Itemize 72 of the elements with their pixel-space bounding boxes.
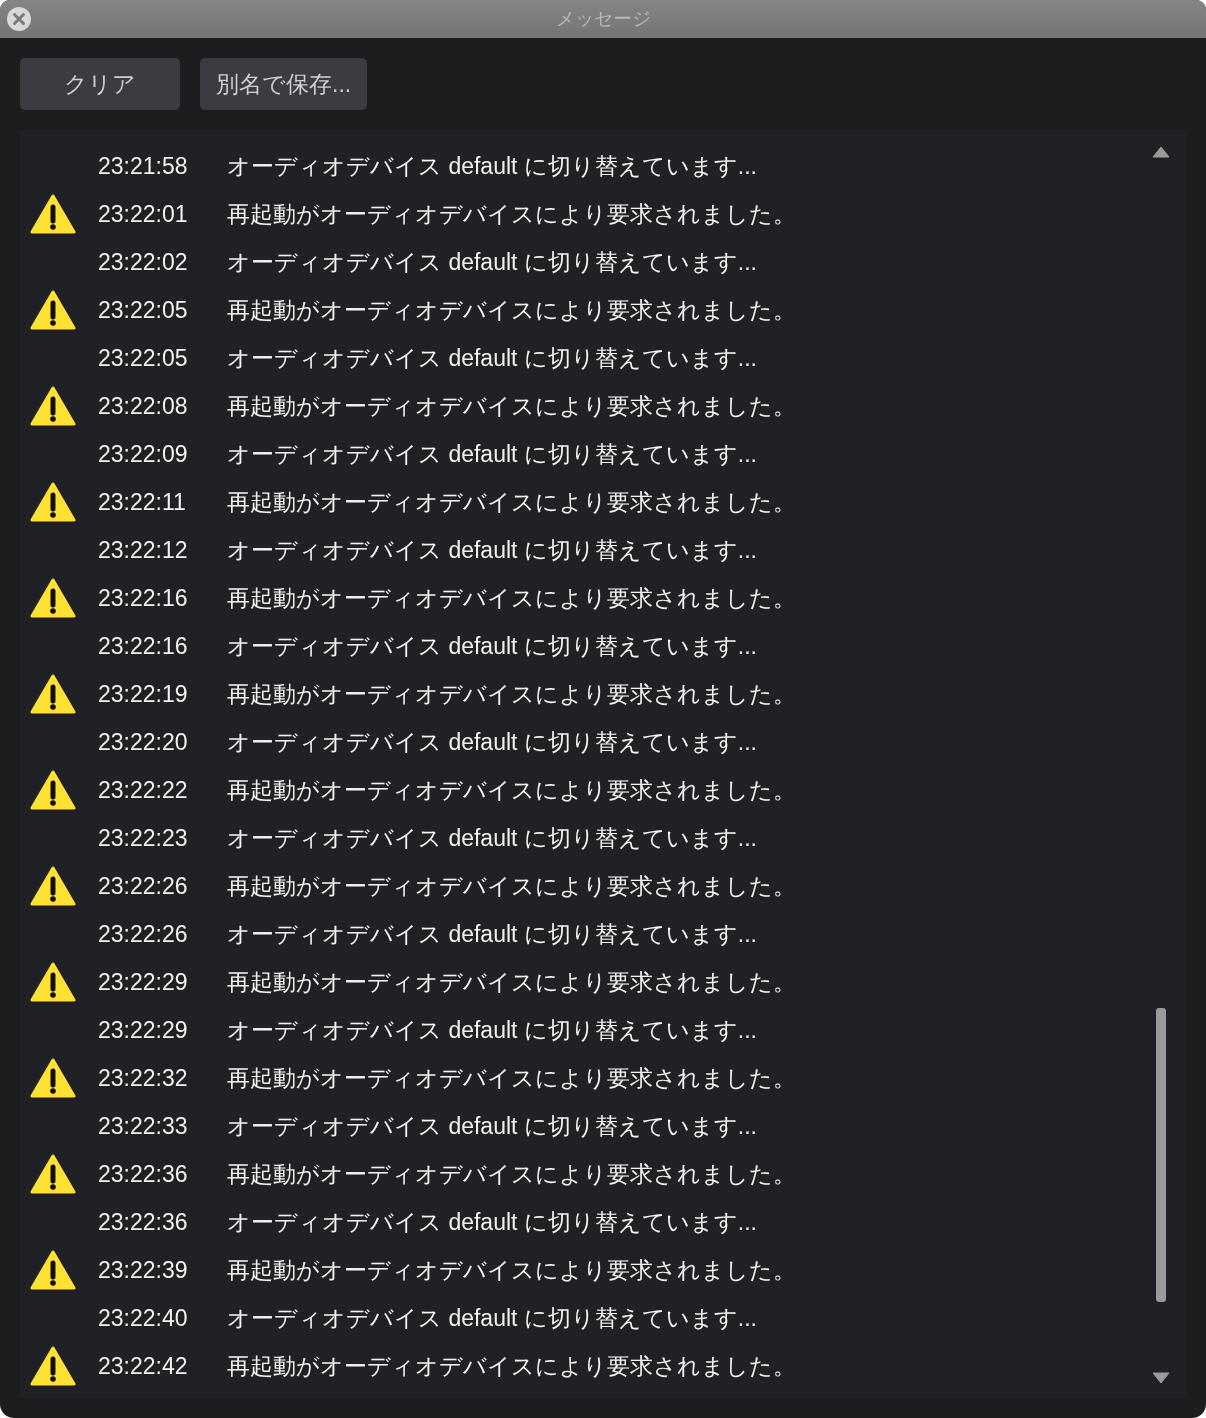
message-text: オーディオデバイス default に切り替えています...	[227, 1207, 757, 1237]
message-text: 再起動がオーディオデバイスにより要求されました。	[227, 775, 796, 805]
timestamp: 23:21:58	[98, 152, 189, 180]
warning-icon	[30, 1346, 76, 1386]
message-text: 再起動がオーディオデバイスにより要求されました。	[227, 487, 796, 517]
timestamp: 23:22:05	[98, 344, 189, 372]
message-text: 再起動がオーディオデバイスにより要求されました。	[227, 1255, 796, 1285]
message-text: オーディオデバイス default に切り替えています...	[227, 631, 757, 661]
timestamp: 23:22:29	[98, 1016, 189, 1044]
warning-icon	[30, 1154, 76, 1194]
warning-icon	[30, 386, 76, 426]
timestamp: 23:22:39	[98, 1256, 189, 1284]
timestamp: 23:22:05	[98, 296, 189, 324]
message-text: 再起動がオーディオデバイスにより要求されました。	[227, 295, 796, 325]
timestamp: 23:22:12	[98, 536, 189, 564]
message-text: 再起動がオーディオデバイスにより要求されました。	[227, 199, 796, 229]
warning-icon	[30, 770, 76, 810]
warning-icon	[30, 290, 76, 330]
message-text: 再起動がオーディオデバイスにより要求されました。	[227, 1159, 796, 1189]
timestamp: 23:22:40	[98, 1304, 189, 1332]
window-title: メッセージ	[555, 7, 651, 31]
message-text: 再起動がオーディオデバイスにより要求されました。	[227, 871, 796, 901]
message-text: 再起動がオーディオデバイスにより要求されました。	[227, 679, 796, 709]
timestamp: 23:22:42	[98, 1352, 189, 1380]
timestamp: 23:22:26	[98, 872, 189, 900]
warning-icon	[30, 482, 76, 522]
message-text: オーディオデバイス default に切り替えています...	[227, 1015, 757, 1045]
close-icon[interactable]	[7, 7, 31, 31]
warning-icon	[30, 866, 76, 906]
timestamp: 23:22:22	[98, 776, 189, 804]
scroll-up-icon[interactable]	[1152, 146, 1170, 158]
timestamp: 23:22:26	[98, 920, 189, 948]
warning-icon	[30, 1058, 76, 1098]
message-text: 再起動がオーディオデバイスにより要求されました。	[227, 391, 796, 421]
message-text: オーディオデバイス default に切り替えています...	[227, 247, 757, 277]
message-text: 再起動がオーディオデバイスにより要求されました。	[227, 1063, 796, 1093]
timestamp: 23:22:01	[98, 200, 189, 228]
timestamp: 23:22:29	[98, 968, 189, 996]
scrollbar-thumb[interactable]	[1156, 1008, 1166, 1302]
message-text: オーディオデバイス default に切り替えています...	[227, 1303, 757, 1333]
timestamp: 23:22:02	[98, 248, 189, 276]
message-text: オーディオデバイス default に切り替えています...	[227, 535, 757, 565]
timestamp: 23:22:20	[98, 728, 189, 756]
timestamp: 23:22:33	[98, 1112, 189, 1140]
clear-button[interactable]: クリア	[20, 58, 180, 110]
message-text: オーディオデバイス default に切り替えています...	[227, 151, 757, 181]
timestamp: 23:22:16	[98, 584, 189, 612]
message-text: オーディオデバイス default に切り替えています...	[227, 343, 757, 373]
message-text: 再起動がオーディオデバイスにより要求されました。	[227, 583, 796, 613]
timestamp: 23:22:16	[98, 632, 189, 660]
message-text: オーディオデバイス default に切り替えています...	[227, 439, 757, 469]
timestamp: 23:22:36	[98, 1160, 189, 1188]
message-text: オーディオデバイス default に切り替えています...	[227, 919, 757, 949]
timestamp: 23:22:32	[98, 1064, 189, 1092]
timestamp: 23:22:19	[98, 680, 189, 708]
warning-icon	[30, 674, 76, 714]
message-text: 再起動がオーディオデバイスにより要求されました。	[227, 1351, 796, 1381]
warning-icon	[30, 962, 76, 1002]
timestamp: 23:22:36	[98, 1208, 189, 1236]
timestamp: 23:22:09	[98, 440, 189, 468]
message-text: オーディオデバイス default に切り替えています...	[227, 823, 757, 853]
message-text: オーディオデバイス default に切り替えています...	[227, 1111, 757, 1141]
save-as-button[interactable]: 別名で保存...	[200, 58, 368, 110]
warning-icon	[30, 1250, 76, 1290]
timestamp: 23:22:11	[98, 488, 187, 516]
message-text: オーディオデバイス default に切り替えています...	[227, 727, 757, 757]
timestamp: 23:22:23	[98, 824, 189, 852]
scroll-down-icon[interactable]	[1152, 1372, 1170, 1384]
warning-icon	[30, 578, 76, 618]
warning-icon	[30, 194, 76, 234]
timestamp: 23:22:08	[98, 392, 189, 420]
message-text: 再起動がオーディオデバイスにより要求されました。	[227, 967, 796, 997]
